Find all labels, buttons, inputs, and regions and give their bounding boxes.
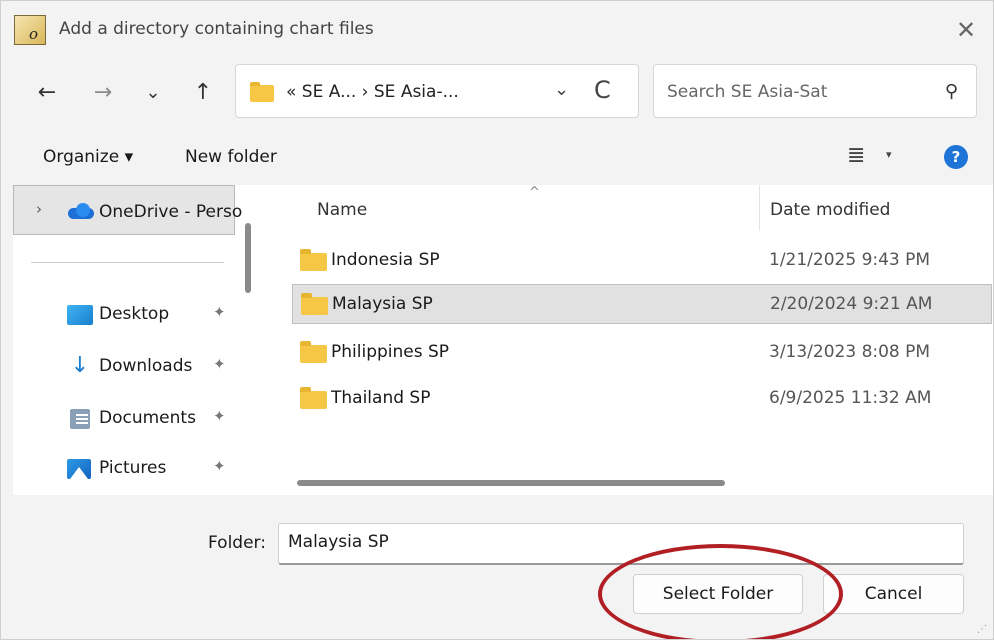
sort-ascending-icon: ^ (529, 185, 540, 200)
app-icon: o (14, 15, 46, 45)
search-icon[interactable]: ⚲ (945, 81, 958, 102)
folder-icon (300, 387, 327, 409)
help-icon[interactable]: ? (944, 145, 968, 169)
file-date: 6/9/2025 11:32 AM (769, 388, 932, 408)
folder-picker-dialog: o Add a directory containing chart files… (0, 0, 994, 640)
sidebar-item-label: Pictures (99, 458, 167, 478)
file-name: Philippines SP (331, 342, 450, 362)
up-folder-button[interactable]: ↑ (187, 77, 219, 109)
cancel-button[interactable]: Cancel (823, 574, 964, 614)
sidebar-item-desktop[interactable]: Desktop ✦ (13, 293, 235, 337)
title-bar: o Add a directory containing chart files… (1, 1, 993, 59)
column-header-name[interactable]: Name (317, 200, 367, 220)
pin-icon[interactable]: ✦ (213, 303, 226, 321)
documents-icon (70, 409, 90, 429)
file-date: 1/21/2025 9:43 PM (769, 250, 931, 270)
chevron-down-icon[interactable]: ▾ (886, 148, 892, 161)
close-button[interactable]: ✕ (945, 11, 987, 49)
app-icon-letter: o (29, 25, 39, 43)
new-folder-button[interactable]: New folder (185, 147, 277, 167)
select-folder-button[interactable]: Select Folder (633, 574, 803, 614)
sidebar-item-pictures[interactable]: Pictures ✦ (13, 447, 235, 491)
file-list-pane: ^ Name Date modified Indonesia SP 1/21/2… (265, 185, 993, 495)
divider (31, 262, 224, 263)
sidebar-item-downloads[interactable]: ↓ Downloads ✦ (13, 345, 235, 389)
pin-icon[interactable]: ✦ (213, 355, 226, 373)
pin-icon[interactable]: ✦ (213, 407, 226, 425)
folder-icon (250, 82, 274, 102)
file-name: Indonesia SP (331, 250, 440, 270)
column-divider[interactable] (759, 185, 760, 231)
pin-icon[interactable]: ✦ (213, 457, 226, 475)
folder-icon (300, 249, 327, 271)
folder-name-input[interactable]: Malaysia SP (278, 523, 964, 565)
search-placeholder: Search SE Asia-Sat (667, 82, 828, 102)
sidebar-item-label: Desktop (99, 304, 170, 324)
sidebar-item-label: OneDrive - Perso (99, 202, 243, 222)
resize-grip-icon[interactable]: ⋰ (977, 624, 987, 635)
pictures-icon (67, 459, 91, 479)
file-row-indonesia-sp[interactable]: Indonesia SP 1/21/2025 9:43 PM (292, 241, 992, 281)
file-row-philippines-sp[interactable]: Philippines SP 3/13/2023 8:08 PM (292, 333, 992, 373)
file-name: Thailand SP (331, 388, 431, 408)
folder-field-label: Folder: (208, 533, 266, 553)
sidebar-item-documents[interactable]: Documents ✦ (13, 397, 235, 441)
view-options-icon[interactable]: ≣ (847, 143, 865, 168)
folder-icon (300, 341, 327, 363)
address-dropdown-icon[interactable]: ⌄ (554, 79, 569, 100)
file-date: 2/20/2024 9:21 AM (770, 294, 933, 314)
organize-menu[interactable]: Organize ▾ (43, 147, 133, 167)
horizontal-scrollbar[interactable] (297, 480, 725, 486)
desktop-icon (67, 305, 93, 325)
column-header-date-modified[interactable]: Date modified (770, 200, 890, 220)
toolbar: Organize ▾ New folder ≣ ▾ ? (1, 127, 993, 185)
file-row-thailand-sp[interactable]: Thailand SP 6/9/2025 11:32 AM (292, 379, 992, 419)
recent-locations-button[interactable]: ⌄ (137, 77, 169, 109)
navigation-pane: › OneDrive - Perso Desktop ✦ ↓ Downloads… (13, 185, 265, 495)
address-bar[interactable]: « SE A... › SE Asia-... ⌄ C (235, 64, 639, 118)
file-date: 3/13/2023 8:08 PM (769, 342, 931, 362)
dialog-title: Add a directory containing chart files (59, 19, 374, 39)
breadcrumb[interactable]: « SE A... › SE Asia-... (286, 82, 459, 102)
navigation-bar: ← → ⌄ ↑ « SE A... › SE Asia-... ⌄ C Sear… (1, 59, 993, 127)
sidebar-item-label: Downloads (99, 356, 193, 376)
chevron-right-icon[interactable]: › (36, 200, 42, 218)
downloads-icon: ↓ (70, 353, 90, 378)
forward-button[interactable]: → (87, 77, 119, 109)
sidebar-item-onedrive[interactable]: › OneDrive - Perso (13, 185, 242, 235)
file-row-malaysia-sp[interactable]: Malaysia SP 2/20/2024 9:21 AM (292, 284, 992, 324)
refresh-icon[interactable]: C (594, 76, 611, 104)
sidebar-scrollbar[interactable] (245, 223, 251, 293)
back-button[interactable]: ← (31, 77, 63, 109)
folder-icon (301, 293, 328, 315)
sidebar-item-label: Documents (99, 408, 196, 428)
onedrive-cloud-icon (68, 203, 96, 219)
file-name: Malaysia SP (332, 294, 433, 314)
search-input[interactable]: Search SE Asia-Sat ⚲ (653, 64, 977, 118)
